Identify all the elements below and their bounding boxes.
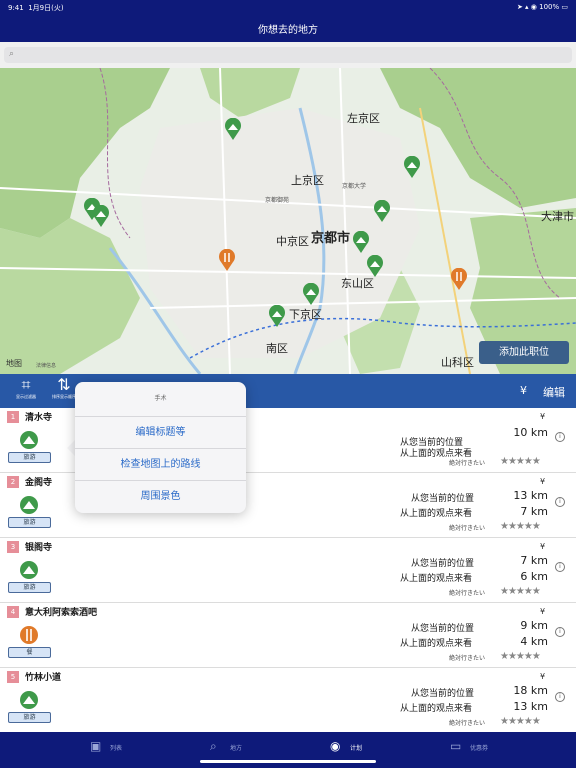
tab-list[interactable]: ▣ 列表 [90,739,140,753]
info-icon[interactable]: i [555,497,565,507]
order-badge: 1 [7,411,19,423]
status-bar: 9:41 1月9日(火) ➤ ▴ ◉ 100% ▭ [0,0,576,14]
map-pin-green[interactable] [352,231,370,253]
map-pin-green[interactable] [366,255,384,277]
edit-button[interactable]: 编辑 [543,384,565,400]
crop-icon: ⌗ [21,375,31,394]
page-title: 你想去的地方 [258,25,318,36]
info-icon[interactable]: i [555,692,565,702]
list-item[interactable]: 3 银阁寺 旅游 ¥ 从您当前的位置 从上面的观点来看 7 km 6 km i … [0,538,576,603]
map-pin-green[interactable] [403,156,421,178]
map-label-kyodai: 京都大学 [342,183,367,190]
filter-button[interactable]: ⌗ 显示过滤器 [16,376,36,400]
action-popover: 手术 编辑标题等 检查地图上的路线 周围景色 [75,382,246,513]
map-view[interactable]: 左京区 上京区 中京区 京都市 东山区 下京区 南区 山科区 大津市 京都大学 … [0,68,576,374]
place-name: 竹林小道 [25,673,62,683]
legal-link[interactable]: 法律信息 [36,362,56,369]
nearby-scenery-menu-item[interactable]: 周围景色 [75,480,246,512]
star-rating[interactable]: ★★★★★ [500,456,541,467]
map-pin-green[interactable] [92,205,110,227]
map-label-kamigyo: 上京区 [291,174,324,187]
photo-icon: ▣ [90,739,102,753]
map-background [0,68,576,374]
info-icon[interactable]: i [555,562,565,572]
search-field[interactable]: ⌕ [4,47,572,63]
list-item[interactable]: 5 竹林小道 旅游 ¥ 从您当前的位置 从上面的观点来看 18 km 13 km… [0,668,576,732]
sort-arrows-icon: ⇅ [57,375,71,394]
fork-knife-icon [20,626,38,644]
nav-header: 9:41 1月9日(火) ➤ ▴ ◉ 100% ▭ 你想去的地方 [0,0,576,42]
order-badge: 5 [7,671,19,683]
search-input[interactable] [20,48,560,61]
category-tag: 旅游 [8,517,51,528]
map-label-yamashina: 山科区 [441,356,474,369]
map-pin-green[interactable] [268,305,286,327]
star-rating[interactable]: ★★★★★ [500,716,541,727]
map-pin-orange[interactable] [218,249,236,271]
map-label-sakyo: 左京区 [347,112,380,125]
sort-button[interactable]: ⇅ 排序显示顺序 [52,376,76,400]
tab-plan[interactable]: ◉ 计划 [330,739,380,753]
mountain-icon [20,691,38,709]
tab-coupons[interactable]: ▭ 优惠券 [450,739,510,753]
plan-icon: ◉ [330,739,341,753]
map-label-gyoen: 京都御苑 [265,197,290,204]
status-time: 9:41 1月9日(火) [8,4,64,12]
map-label-higashiyama: 东山区 [341,277,374,290]
order-badge: 4 [7,606,19,618]
map-pin-green[interactable] [373,200,391,222]
search-bar: ⌕ [0,42,576,68]
place-name: 银阁寺 [25,543,53,553]
map-pin-green[interactable] [224,118,242,140]
info-icon[interactable]: i [555,627,565,637]
map-pin-green[interactable] [302,283,320,305]
map-pin-orange[interactable] [450,268,468,290]
popover-arrow [67,440,75,456]
map-label-shimogyo: 下京区 [289,308,322,321]
map-label-kyoto: 京都市 [311,231,351,246]
add-location-button[interactable]: 添加此职位 [479,341,569,364]
currency-button[interactable]: ¥ [520,384,527,397]
list-item[interactable]: 4 意大利阿索索酒吧 餐 ¥ 从您当前的位置 从上面的观点来看 9 km 4 k… [0,603,576,668]
order-badge: 2 [7,476,19,488]
star-rating[interactable]: ★★★★★ [500,586,541,597]
order-badge: 3 [7,541,19,553]
check-route-menu-item[interactable]: 检查地图上的路线 [75,448,246,480]
popover-title: 手术 [154,395,167,402]
maps-logo: 地图 [6,359,22,368]
info-icon[interactable]: i [555,432,565,442]
category-tag: 旅游 [8,582,51,593]
star-rating[interactable]: ★★★★★ [500,521,541,532]
home-indicator [200,760,376,763]
star-rating[interactable]: ★★★★★ [500,651,541,662]
status-indicators: ➤ ▴ ◉ 100% ▭ [516,3,568,11]
tab-places[interactable]: ⌕ 地方 [210,739,260,753]
category-tag: 旅游 [8,712,51,723]
mountain-icon [20,496,38,514]
category-tag: 餐 [8,647,51,658]
card-icon: ▭ [450,739,462,753]
edit-title-menu-item[interactable]: 编辑标题等 [75,416,246,448]
search-icon: ⌕ [9,49,15,59]
category-tag: 旅游 [8,452,51,463]
map-label-nakagyo: 中京区 [276,235,309,248]
map-label-minami: 南区 [266,342,288,355]
mountain-icon [20,561,38,579]
place-name: 金阁寺 [25,478,53,488]
place-name: 清水寺 [25,413,53,423]
mountain-icon [20,431,38,449]
search-icon: ⌕ [210,739,217,753]
place-name: 意大利阿索索酒吧 [25,608,98,618]
map-label-otsu: 大津市 [541,210,574,223]
